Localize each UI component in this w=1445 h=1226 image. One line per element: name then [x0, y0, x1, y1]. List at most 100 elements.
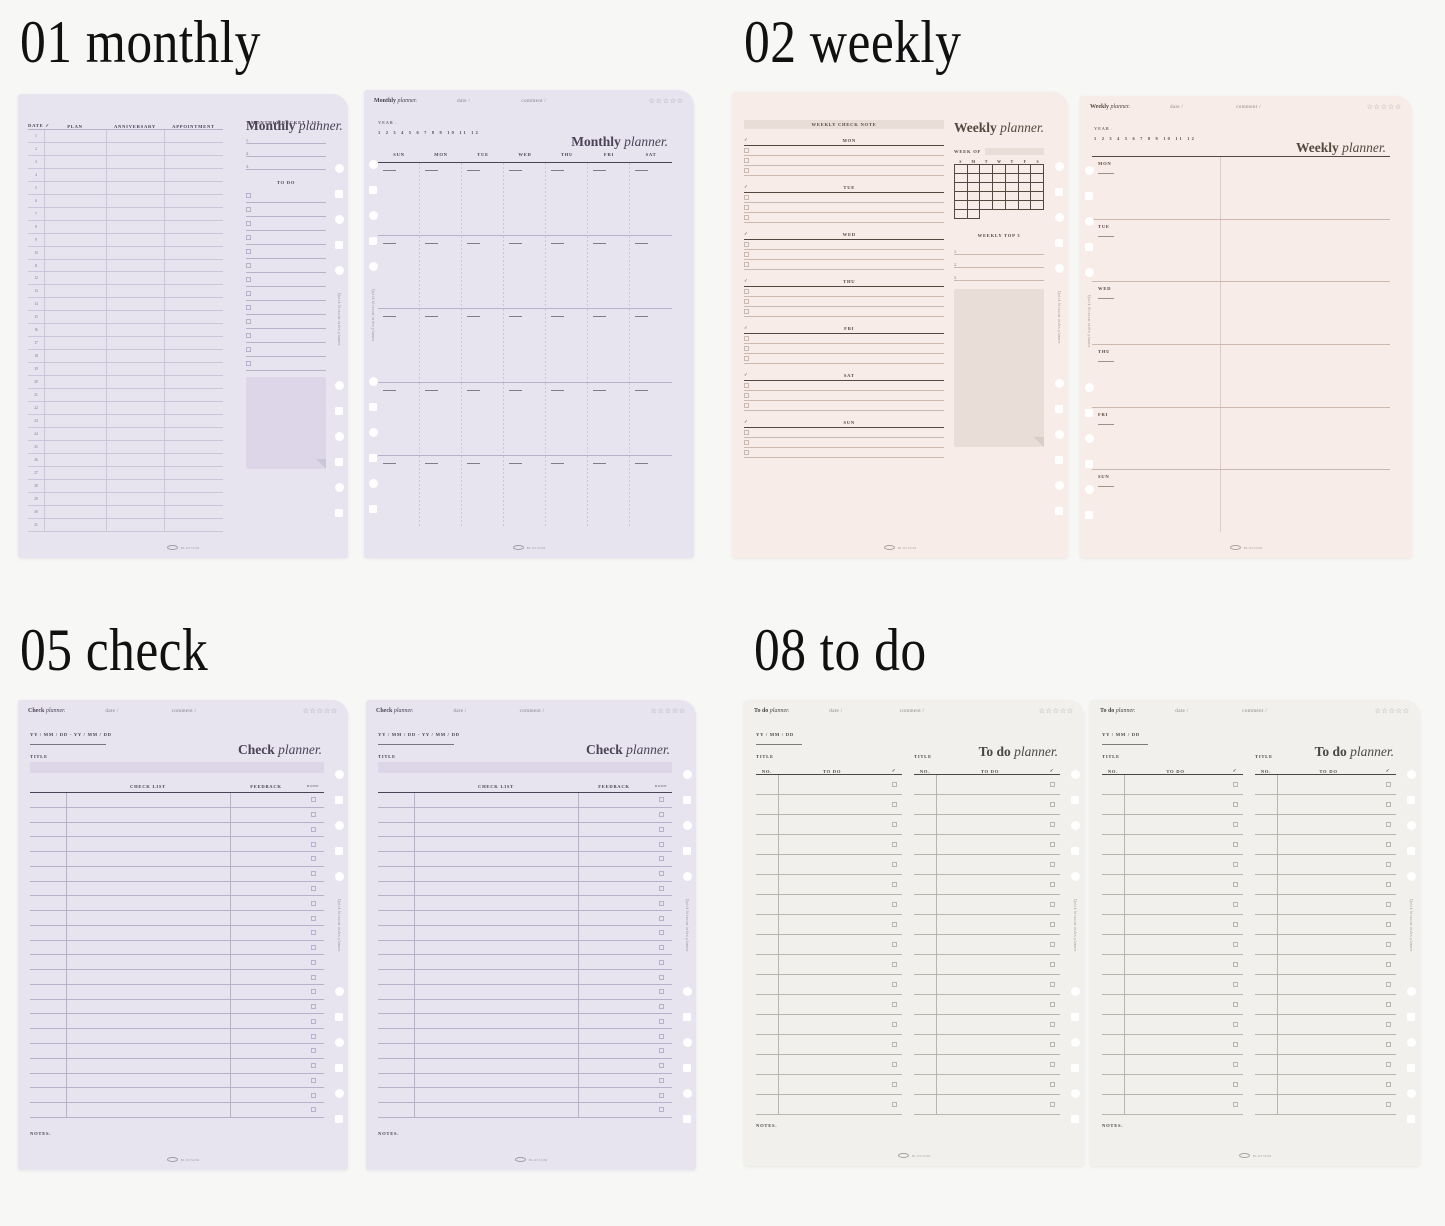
row-todo-cell[interactable]	[778, 1095, 886, 1114]
checkbox[interactable]	[1232, 942, 1238, 947]
row-check-cell[interactable]	[1380, 922, 1396, 927]
row-feedback-cell[interactable]	[230, 925, 302, 940]
checkbox[interactable]	[246, 319, 251, 324]
calendar-week-row[interactable]	[378, 236, 672, 310]
table-row[interactable]	[30, 1029, 324, 1045]
mini-calendar-cell[interactable]	[1005, 192, 1019, 201]
row-todo-cell[interactable]	[936, 975, 1044, 994]
row-checklist-cell[interactable]	[414, 1103, 578, 1117]
checkbox[interactable]	[658, 1092, 664, 1098]
table-row[interactable]	[756, 955, 902, 975]
weekly-note-line[interactable]	[744, 287, 944, 297]
row-number-cell[interactable]	[756, 955, 778, 974]
row-checklist-cell[interactable]	[414, 999, 578, 1014]
checkbox[interactable]	[891, 822, 897, 827]
checkbox[interactable]	[246, 221, 251, 226]
row-todo-cell[interactable]	[1277, 1055, 1380, 1074]
check-page-2[interactable]: Check planner. date / comment / ☆☆☆☆☆ YY…	[366, 700, 696, 1170]
header-comment-field[interactable]: comment /	[172, 708, 197, 714]
row-feedback-cell[interactable]	[578, 837, 650, 852]
checkbox[interactable]	[1232, 1042, 1238, 1047]
checkbox[interactable]	[310, 1004, 316, 1010]
checkbox[interactable]	[658, 945, 664, 951]
row-feedback-cell[interactable]	[578, 866, 650, 881]
row-check-cell[interactable]	[1380, 1002, 1396, 1007]
weekly-day-row[interactable]: THU	[1092, 345, 1390, 408]
row-checklist-cell[interactable]	[414, 1058, 578, 1073]
row-check-cell[interactable]	[1044, 822, 1060, 827]
mini-calendar-cell[interactable]	[1006, 210, 1019, 219]
checkbox[interactable]	[1232, 962, 1238, 967]
table-row[interactable]	[756, 1015, 902, 1035]
row-check-cell[interactable]	[1380, 1042, 1396, 1047]
checkbox[interactable]	[1385, 1002, 1391, 1007]
checkbox[interactable]	[310, 1077, 316, 1083]
header-comment-field[interactable]: comment /	[1236, 104, 1261, 110]
checkbox[interactable]	[246, 249, 251, 254]
row-feedback-cell[interactable]	[578, 1058, 650, 1073]
checkbox[interactable]	[658, 885, 664, 891]
checkbox[interactable]	[1049, 822, 1055, 827]
row-check-cell[interactable]	[886, 942, 902, 947]
row-feedback-cell[interactable]	[230, 866, 302, 881]
check-date-range[interactable]: YY / MM / DD - YY / MM / DD	[30, 732, 112, 737]
row-feedback-cell[interactable]	[578, 896, 650, 911]
table-row[interactable]	[30, 955, 324, 971]
table-row[interactable]: 23	[28, 415, 223, 428]
todo-date[interactable]: YY / MM / DD	[756, 732, 794, 737]
row-feedback-cell[interactable]	[578, 852, 650, 866]
weekly-note-line[interactable]	[744, 438, 944, 448]
row-check-cell[interactable]	[1044, 862, 1060, 867]
checkbox[interactable]	[1385, 1022, 1391, 1027]
row-todo-cell[interactable]	[1124, 835, 1227, 854]
row-checklist-cell[interactable]	[66, 1029, 230, 1044]
checkbox[interactable]	[1049, 942, 1055, 947]
row-done-cell[interactable]	[650, 1092, 672, 1098]
row-done-cell[interactable]	[302, 885, 324, 891]
row-checklist-cell[interactable]	[414, 1014, 578, 1029]
mini-calendar-cell[interactable]	[980, 192, 994, 201]
weekly-top3-item[interactable]: 1.	[954, 242, 1044, 255]
table-row[interactable]	[914, 895, 1060, 915]
row-todo-cell[interactable]	[1277, 1035, 1380, 1054]
row-number-cell[interactable]	[756, 1055, 778, 1074]
checkbox[interactable]	[744, 299, 749, 304]
table-row[interactable]	[914, 975, 1060, 995]
todo-list-item[interactable]	[246, 231, 326, 245]
row-number-cell[interactable]	[914, 1075, 936, 1094]
checkbox[interactable]	[744, 252, 749, 257]
row-todo-cell[interactable]	[778, 995, 886, 1014]
bucket-list-item[interactable]: 3.	[246, 157, 326, 170]
table-row[interactable]	[756, 975, 902, 995]
row-check-cell[interactable]	[1044, 1042, 1060, 1047]
calendar-day-cell[interactable]	[378, 309, 420, 382]
row-checklist-cell[interactable]	[66, 837, 230, 852]
row-done-cell[interactable]	[650, 1004, 672, 1010]
todo-list-item[interactable]	[246, 287, 326, 301]
row-number-cell[interactable]	[1102, 875, 1124, 894]
row-check-cell[interactable]	[886, 1002, 902, 1007]
row-check-cell[interactable]	[1380, 962, 1396, 967]
checkbox[interactable]	[744, 440, 749, 445]
row-checklist-cell[interactable]	[414, 807, 578, 822]
table-row[interactable]: 15	[28, 311, 223, 325]
todo-list-item[interactable]	[246, 301, 326, 315]
table-row[interactable]	[30, 984, 324, 1000]
row-number-cell[interactable]	[1255, 1055, 1277, 1074]
row-check-cell[interactable]	[1044, 902, 1060, 907]
row-todo-cell[interactable]	[778, 1015, 886, 1034]
row-checklist-cell[interactable]	[414, 896, 578, 911]
table-row[interactable]	[914, 775, 1060, 795]
table-row[interactable]	[1255, 1095, 1396, 1115]
mini-calendar-cell[interactable]	[1005, 201, 1019, 210]
table-row[interactable]	[756, 815, 902, 835]
checkbox[interactable]	[1049, 1002, 1055, 1007]
table-row[interactable]: 31	[28, 519, 223, 532]
row-todo-cell[interactable]	[1277, 935, 1380, 954]
checkbox[interactable]	[246, 291, 251, 296]
row-todo-cell[interactable]	[936, 895, 1044, 914]
check-list-table[interactable]: CHECK LIST FEEDBACK DONE	[378, 784, 672, 1118]
row-checklist-cell[interactable]	[66, 970, 230, 984]
row-checklist-cell[interactable]	[66, 1058, 230, 1073]
row-number-cell[interactable]	[756, 895, 778, 914]
